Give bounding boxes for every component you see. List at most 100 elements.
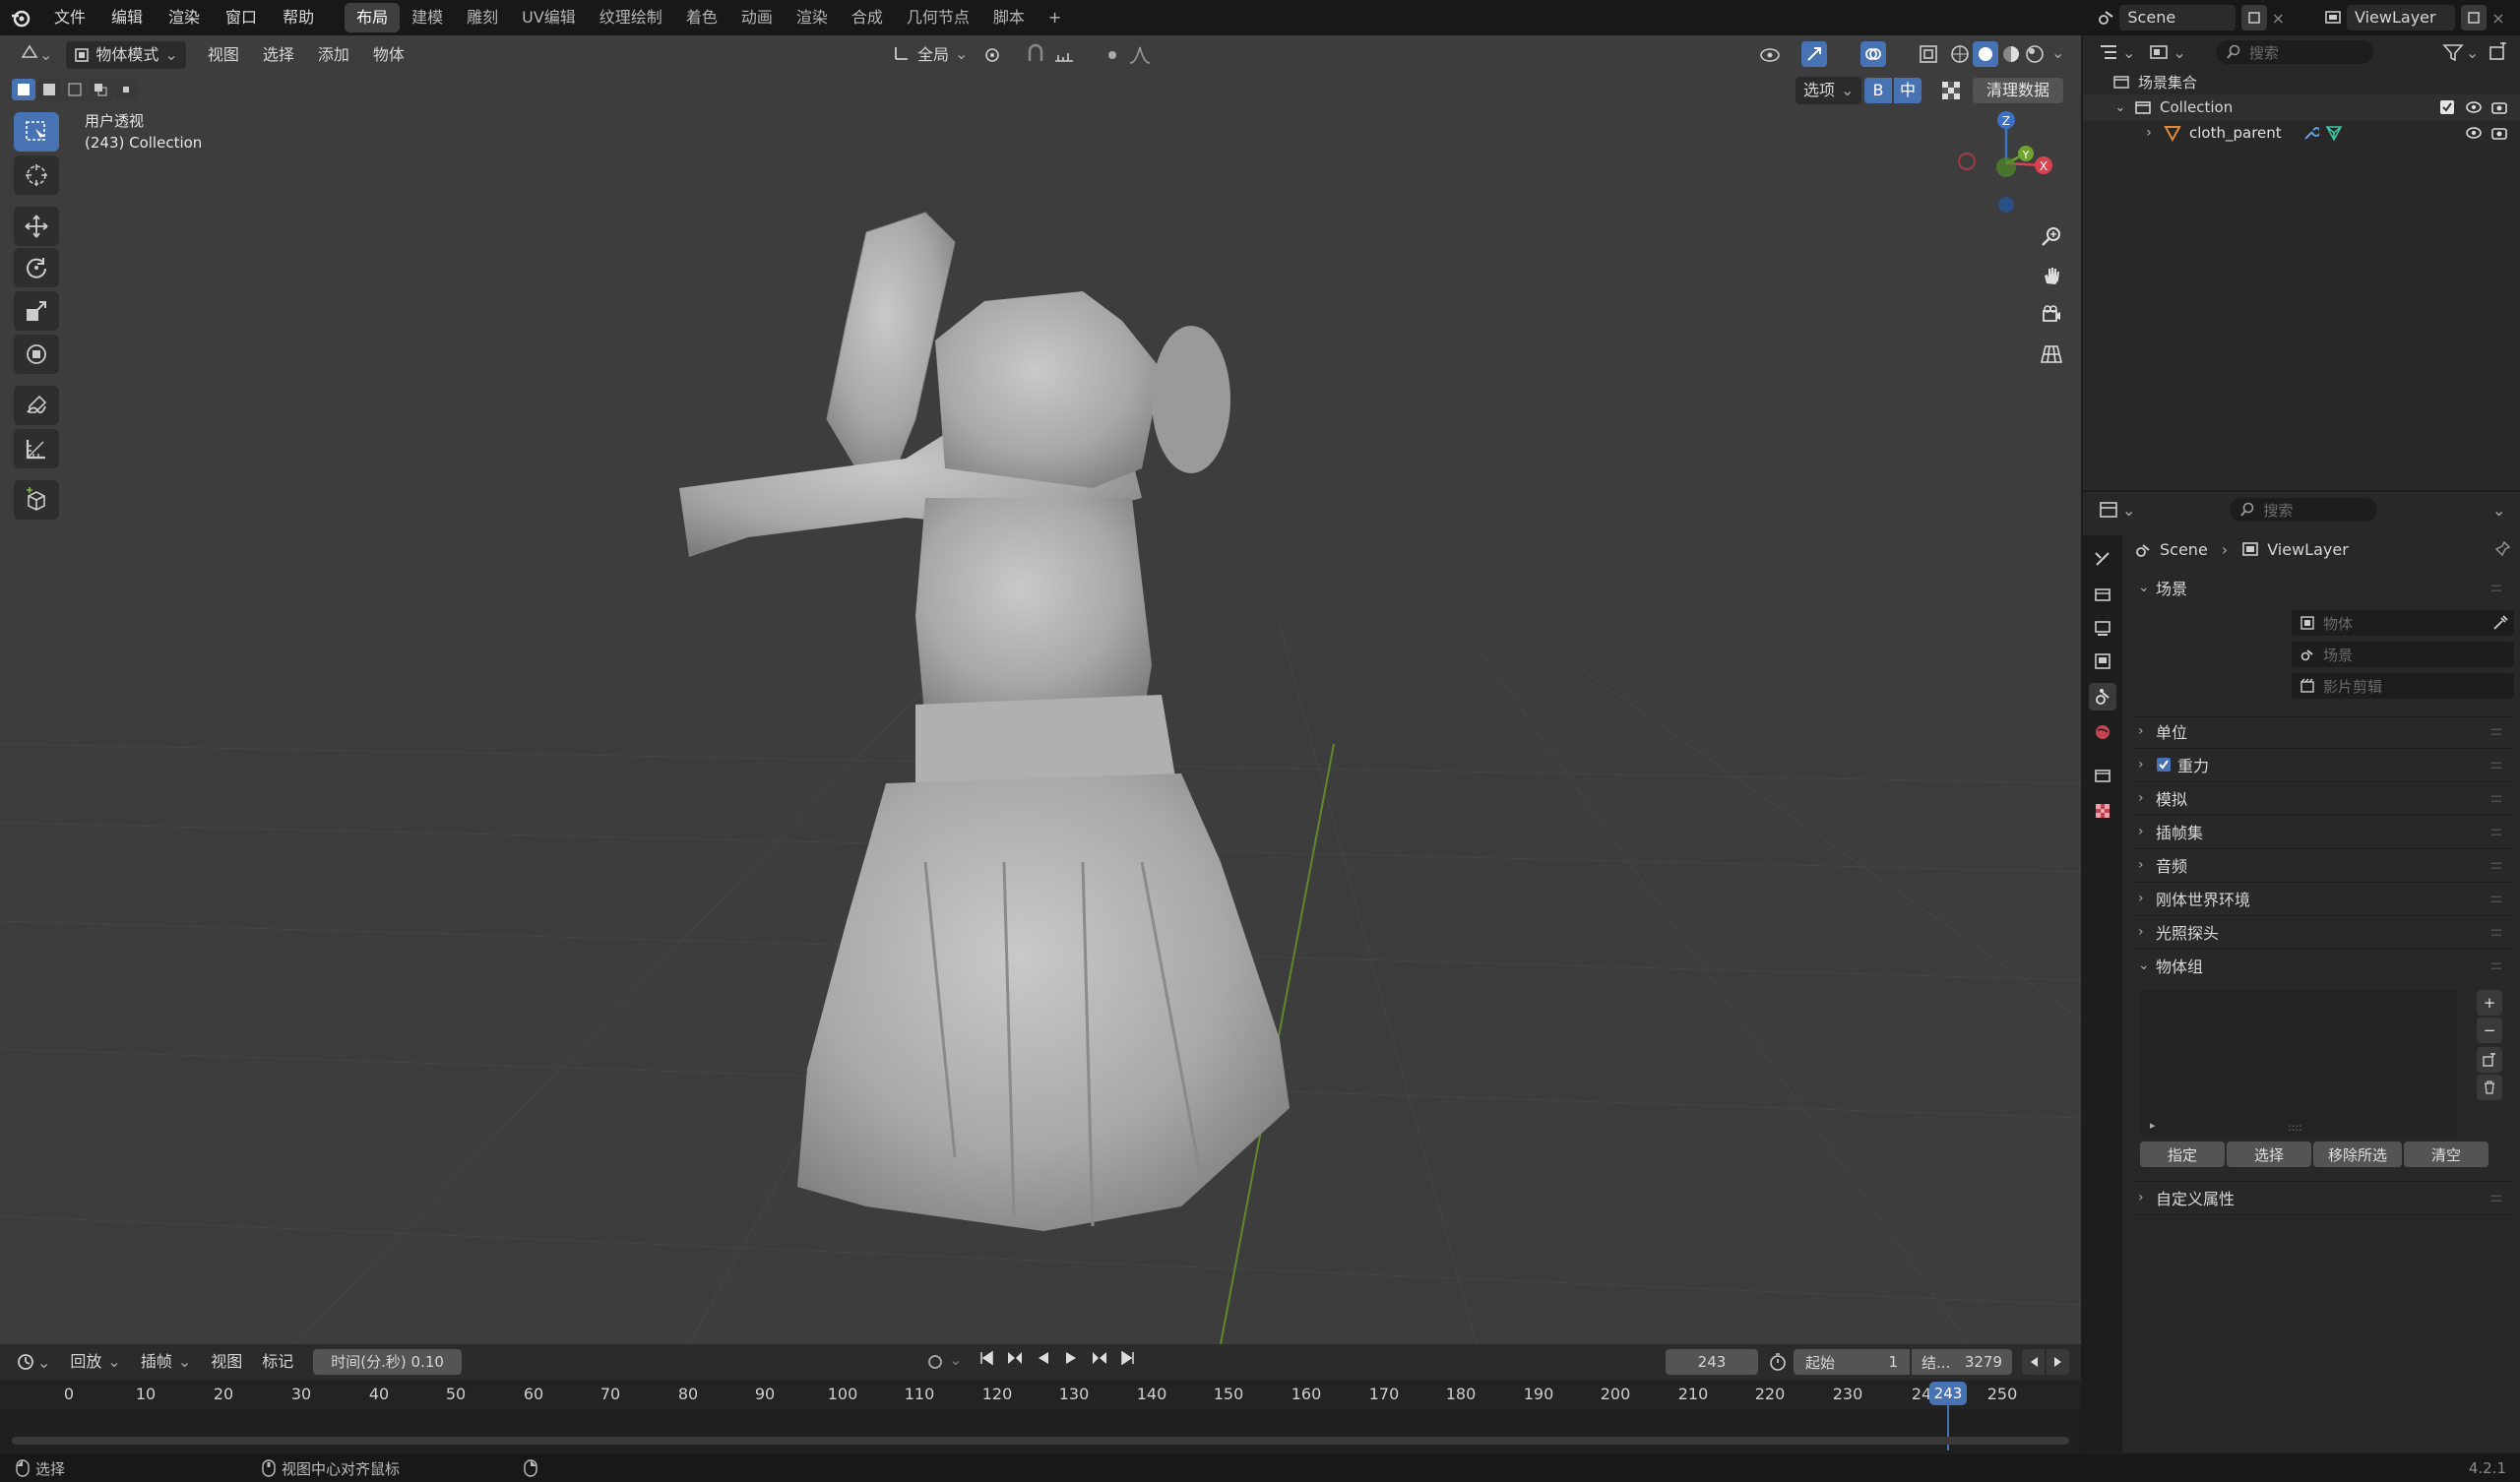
editor-type-button[interactable]: ⌄ <box>12 41 60 69</box>
modifier-wrench-icon[interactable] <box>2301 124 2319 142</box>
xray-toggle-icon[interactable] <box>1918 43 1939 65</box>
drag-grip-icon[interactable]: ::::: <box>2490 758 2502 772</box>
list-expand-icon[interactable]: ▸ <box>2150 1119 2156 1132</box>
workspace-tab-modeling[interactable]: 建模 <box>400 3 455 32</box>
remove-selected-button[interactable]: 移除所选 <box>2313 1142 2402 1167</box>
select-intersect-icon[interactable] <box>114 79 138 100</box>
options-dropdown[interactable]: 选项 ⌄ <box>1796 77 1862 104</box>
play-reverse-icon[interactable] <box>1036 1350 1051 1366</box>
eye-icon[interactable] <box>2465 125 2483 141</box>
material-shading-icon[interactable] <box>2000 43 2022 65</box>
new-scene-icon[interactable] <box>2241 5 2267 31</box>
render-camera-icon[interactable] <box>2490 99 2508 115</box>
clear-data-button[interactable]: 清理数据 <box>1973 78 2064 103</box>
drag-grip-icon[interactable]: ::::: <box>2490 724 2502 738</box>
mid-toggle[interactable]: 中 <box>1894 78 1922 103</box>
close-scene-icon[interactable]: × <box>2267 9 2290 28</box>
audio-panel-header[interactable]: › 音频 ::::: <box>2138 850 2508 880</box>
jump-to-end-icon[interactable] <box>1120 1350 1136 1366</box>
scene-selector[interactable]: Scene × <box>2093 4 2290 31</box>
collection-tab-icon[interactable] <box>2089 762 2116 789</box>
annotate-tool[interactable] <box>14 386 59 425</box>
select-button[interactable]: 选择 <box>2227 1142 2311 1167</box>
checkbox-checked-icon[interactable] <box>2439 99 2455 115</box>
drag-grip-icon[interactable]: ::::: <box>2490 1191 2502 1204</box>
view-layer-tab-icon[interactable] <box>2089 648 2116 675</box>
rendered-shading-icon[interactable] <box>2024 43 2046 65</box>
properties-search-field[interactable]: 搜索 <box>2230 498 2378 522</box>
overlays-toggle-icon[interactable] <box>1860 41 1886 67</box>
select-box-tool[interactable] <box>14 112 59 152</box>
shading-options-chevron-icon[interactable]: ⌄ <box>2051 43 2064 62</box>
measure-tool[interactable] <box>14 429 59 468</box>
menu-window[interactable]: 窗口 <box>213 0 270 35</box>
simulation-panel-header[interactable]: › 模拟 ::::: <box>2138 783 2508 813</box>
pivot-point-icon[interactable] <box>982 43 1006 67</box>
stopwatch-icon[interactable] <box>1768 1352 1788 1372</box>
render-camera-icon[interactable] <box>2490 125 2508 141</box>
object-groups-panel-header[interactable]: ⌄ 物体组 ::::: <box>2138 951 2508 980</box>
rotate-tool[interactable] <box>14 248 59 287</box>
outliner-row-cloth-parent[interactable]: › cloth_parent <box>2083 120 2520 146</box>
display-mode-icon[interactable] <box>2149 43 2171 61</box>
properties-editor-icon[interactable] <box>2099 501 2120 519</box>
list-resize-grip-icon[interactable]: :::: <box>2288 1121 2302 1134</box>
clear-button[interactable]: 清空 <box>2404 1142 2488 1167</box>
wireframe-shading-icon[interactable] <box>1949 43 1971 65</box>
camera-view-button[interactable] <box>2034 297 2069 333</box>
time-display-field[interactable]: 时间(分.秒) 0.10 <box>313 1349 462 1375</box>
playback-menu[interactable]: 回放 ⌄ <box>62 1348 128 1376</box>
timeline-scrollbar[interactable] <box>12 1437 2069 1445</box>
drag-grip-icon[interactable]: ::::: <box>2490 892 2502 905</box>
frame-ruler[interactable]: 0 10 20 30 40 50 60 70 80 90 100 110 120… <box>0 1380 2081 1409</box>
filter-icon[interactable] <box>2442 42 2464 62</box>
eyedropper-icon[interactable] <box>2492 615 2508 631</box>
zoom-button[interactable] <box>2034 218 2069 254</box>
drag-grip-icon[interactable]: ::::: <box>2490 581 2502 594</box>
end-frame-field[interactable]: 结... 3279 <box>1912 1349 2012 1375</box>
new-view-layer-icon[interactable] <box>2461 5 2487 31</box>
outliner-row-collection[interactable]: ⌄ Collection <box>2083 94 2520 120</box>
perspective-toggle-button[interactable] <box>2034 337 2069 372</box>
pan-button[interactable] <box>2034 258 2069 293</box>
mesh-data-icon[interactable] <box>2325 124 2343 142</box>
checker-icon[interactable] <box>1941 81 1961 100</box>
tool-tab-icon[interactable] <box>2089 545 2116 573</box>
transform-tool[interactable] <box>14 335 59 374</box>
menu-render[interactable]: 渲染 <box>156 0 213 35</box>
menu-file[interactable]: 文件 <box>41 0 98 35</box>
viewport-menu-view[interactable]: 视图 <box>200 41 247 69</box>
add-workspace-button[interactable]: + <box>1037 3 1073 32</box>
gizmo-toggle-icon[interactable] <box>1801 41 1827 67</box>
background-scene-field[interactable]: 场景 <box>2292 642 2514 667</box>
snap-increment-icon[interactable] <box>1053 43 1079 67</box>
workspace-tab-animation[interactable]: 动画 <box>729 3 785 32</box>
drag-grip-icon[interactable]: ::::: <box>2490 958 2502 972</box>
drag-grip-icon[interactable]: ::::: <box>2490 825 2502 838</box>
new-collection-icon[interactable] <box>2488 42 2508 62</box>
properties-options-chevron-icon[interactable]: ⌄ <box>2492 501 2505 520</box>
group-specials-button[interactable] <box>2477 1047 2502 1073</box>
3d-viewport[interactable]: ⌄ 物体模式 ⌄ 视图 选择 添加 物体 全局 ⌄ ⌄ 选项 ⌄ B 中 清理数… <box>0 35 2081 1344</box>
workspace-tab-scripting[interactable]: 脚本 <box>981 3 1037 32</box>
menu-help[interactable]: 帮助 <box>270 0 327 35</box>
play-icon[interactable] <box>1063 1350 1079 1366</box>
cursor-tool[interactable] <box>14 155 59 195</box>
select-extend-icon[interactable] <box>37 79 61 100</box>
workspace-tab-texture-paint[interactable]: 纹理绘制 <box>588 3 674 32</box>
visibility-selectability-icon[interactable] <box>1758 43 1786 67</box>
markers-menu[interactable]: 标记 <box>254 1348 301 1376</box>
outliner-row-scene-collection[interactable]: 场景集合 <box>2083 69 2520 94</box>
workspace-tab-sculpting[interactable]: 雕刻 <box>455 3 510 32</box>
object-groups-list[interactable]: ▸ :::: <box>2140 990 2457 1138</box>
viewport-menu-object[interactable]: 物体 <box>365 41 412 69</box>
blender-logo-icon[interactable] <box>0 0 41 35</box>
texture-tab-icon[interactable] <box>2089 797 2116 825</box>
snap-icon[interactable] <box>1024 43 1047 67</box>
gravity-panel-header[interactable]: › 重力 ::::: <box>2138 750 2508 779</box>
scale-tool[interactable] <box>14 291 59 331</box>
gravity-checkbox-icon[interactable] <box>2156 757 2172 772</box>
select-subtract-icon[interactable] <box>63 79 87 100</box>
prev-frame-icon[interactable] <box>2022 1349 2045 1375</box>
cloth-mesh-object[interactable] <box>630 173 1339 1256</box>
